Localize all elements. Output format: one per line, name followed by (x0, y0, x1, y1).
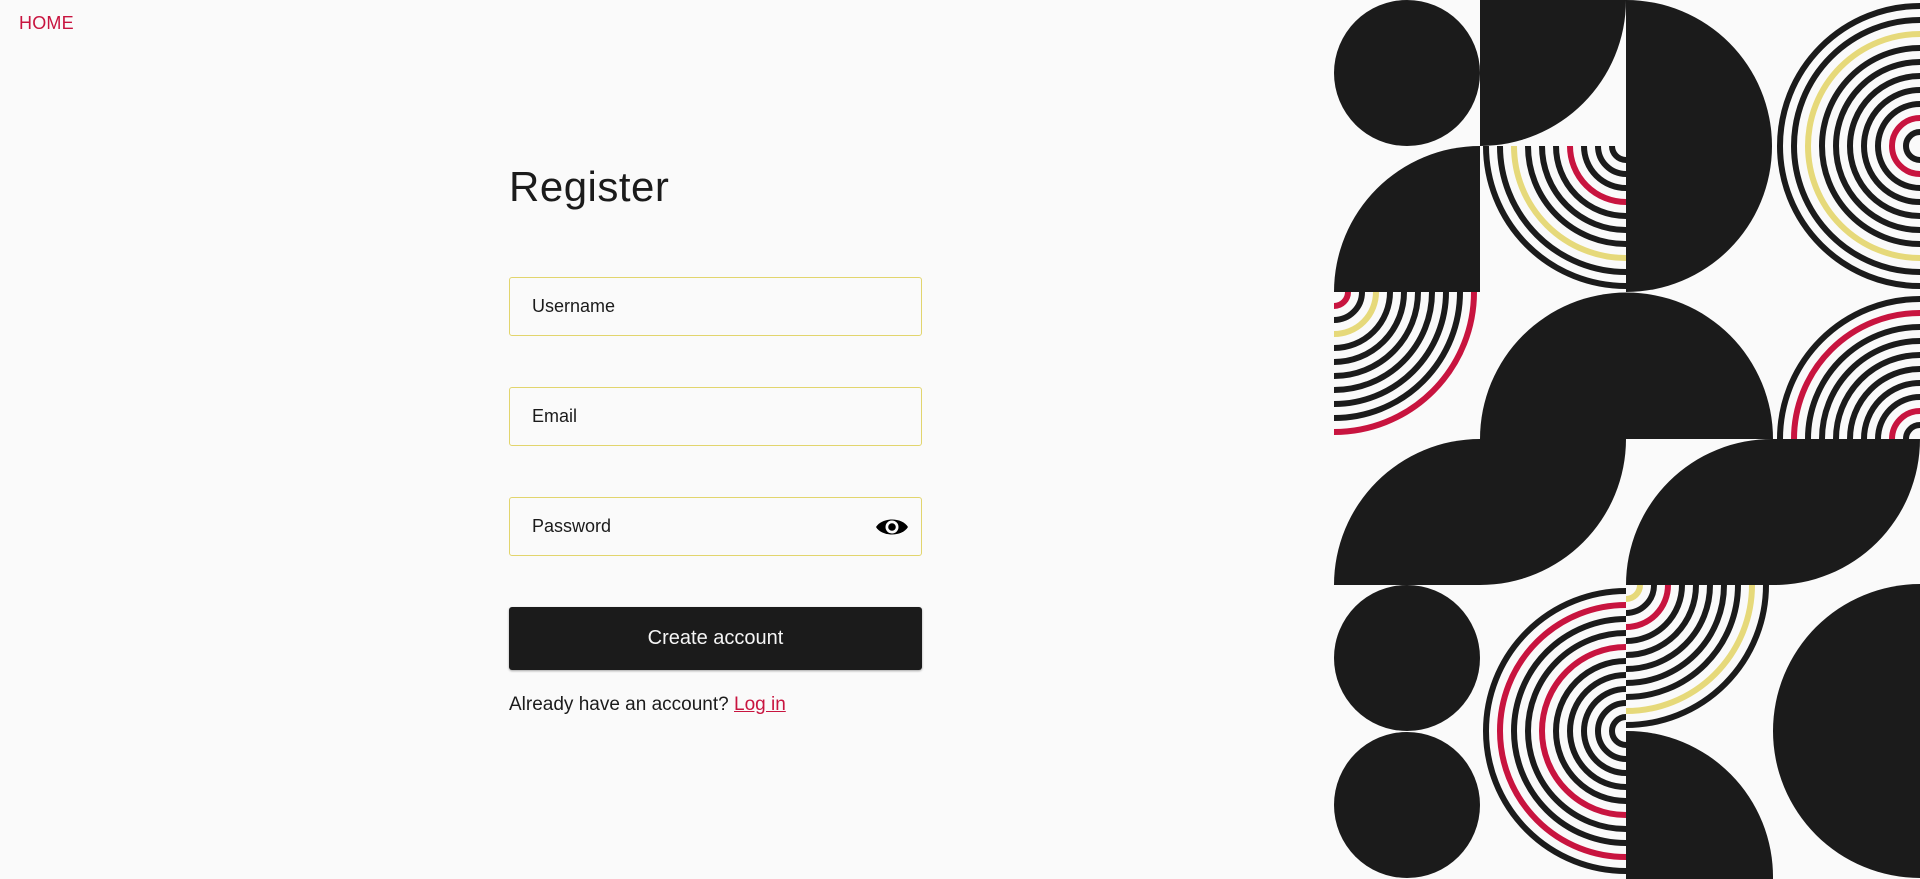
login-prompt: Already have an account? Log in (509, 694, 786, 716)
page-title: Register (509, 163, 670, 210)
login-link[interactable]: Log in (734, 694, 786, 715)
username-input[interactable] (510, 278, 862, 335)
login-prompt-text: Already have an account? (509, 694, 734, 715)
eye-icon[interactable] (875, 514, 909, 540)
home-link[interactable]: HOME (19, 13, 74, 34)
register-form: Register Create account Already have an … (509, 158, 922, 715)
password-field-box (509, 497, 922, 556)
create-account-button[interactable]: Create account (509, 607, 922, 670)
email-field-box (509, 387, 922, 446)
email-input[interactable] (510, 388, 862, 445)
password-input[interactable] (510, 498, 862, 555)
decorative-pattern (1334, 0, 1920, 879)
geometric-art (1334, 0, 1920, 879)
username-field-box (509, 277, 922, 336)
